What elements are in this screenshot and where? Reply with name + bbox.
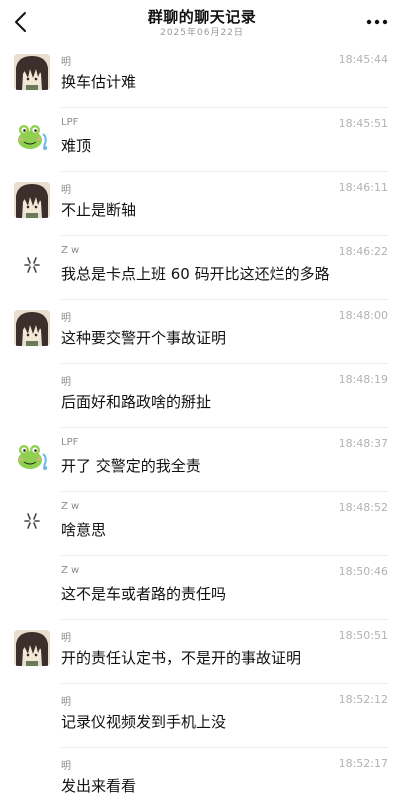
message-text: 难顶 <box>61 137 92 155</box>
message-item[interactable]: 明 18:45:44 换车估计难 <box>0 44 404 108</box>
sender-name: LPF <box>61 117 79 128</box>
sender-name: Z w <box>61 245 80 256</box>
message-text: 开的责任认定书，不是开的事故证明 <box>61 649 302 667</box>
avatar-dark-hair[interactable] <box>14 310 50 346</box>
message-list: 明 18:45:44 换车估计难 LPF 18:45:51 难顶明 18:46:11 不止是断… <box>0 44 404 800</box>
message-text: 不止是断轴 <box>61 201 137 219</box>
message-timestamp: 18:52:12 <box>338 693 388 706</box>
message-item[interactable]: Z w 18:50:46 这不是车或者路的责任吗 <box>0 556 404 620</box>
avatar-dark-hair[interactable] <box>14 630 50 666</box>
message-timestamp: 18:46:11 <box>338 181 388 194</box>
message-text: 这种要交警开个事故证明 <box>61 329 227 347</box>
message-item[interactable]: Z w 18:48:52 啥意思 <box>0 492 404 556</box>
message-item[interactable]: 明 18:50:51 开的责任认定书，不是开的事故证明 <box>0 620 404 684</box>
message-timestamp: 18:48:19 <box>338 373 388 386</box>
message-item[interactable]: 明 18:48:19 后面好和路政啥的掰扯 <box>0 364 404 428</box>
sender-name: LPF <box>61 437 79 448</box>
message-timestamp: 18:45:44 <box>338 53 388 66</box>
avatar-spark[interactable] <box>14 246 50 282</box>
avatar-dark-hair[interactable] <box>14 182 50 218</box>
message-timestamp: 18:48:37 <box>338 437 388 450</box>
message-text: 后面好和路政啥的掰扯 <box>61 393 212 411</box>
message-text: 啥意思 <box>61 521 107 539</box>
message-item[interactable]: 明 18:52:17 发出来看看 <box>0 748 404 800</box>
message-text: 我总是卡点上班 60 码开比这还烂的多路 <box>61 265 330 283</box>
avatar-spark[interactable] <box>14 502 50 538</box>
message-item[interactable]: 明 18:46:11 不止是断轴 <box>0 172 404 236</box>
message-item[interactable]: Z w 18:46:22 我总是卡点上班 60 码开比这还烂的多路 <box>0 236 404 300</box>
message-timestamp: 18:48:52 <box>338 501 388 514</box>
message-timestamp: 18:48:00 <box>338 309 388 322</box>
avatar-dark-hair[interactable] <box>14 54 50 90</box>
message-item[interactable]: 明 18:48:00 这种要交警开个事故证明 <box>0 300 404 364</box>
message-text: 这不是车或者路的责任吗 <box>61 585 227 603</box>
message-item[interactable]: 明 18:52:12 记录仪视频发到手机上没 <box>0 684 404 748</box>
sender-name: 明 <box>61 633 71 644</box>
more-options-icon[interactable] <box>364 12 390 32</box>
avatar-frog[interactable] <box>14 118 50 154</box>
sender-name: 明 <box>61 57 71 68</box>
message-item[interactable]: LPF 18:48:37 开了 交警定的我全责 <box>0 428 404 492</box>
message-text: 发出来看看 <box>61 777 137 795</box>
page-title: 群聊的聊天记录 <box>147 8 257 26</box>
message-text: 记录仪视频发到手机上没 <box>61 713 227 731</box>
message-text: 换车估计难 <box>61 73 137 91</box>
message-timestamp: 18:50:46 <box>338 565 388 578</box>
sender-name: 明 <box>61 697 71 708</box>
message-item[interactable]: LPF 18:45:51 难顶 <box>0 108 404 172</box>
sender-name: Z w <box>61 565 80 576</box>
sender-name: Z w <box>61 501 80 512</box>
sender-name: 明 <box>61 313 71 324</box>
sender-name: 明 <box>61 185 71 196</box>
message-timestamp: 18:50:51 <box>338 629 388 642</box>
nav-header: 群聊的聊天记录 2025年06月22日 <box>0 0 404 44</box>
message-timestamp: 18:46:22 <box>338 245 388 258</box>
page-date: 2025年06月22日 <box>160 28 244 38</box>
sender-name: 明 <box>61 377 71 388</box>
message-text: 开了 交警定的我全责 <box>61 457 201 475</box>
sender-name: 明 <box>61 761 71 772</box>
avatar-frog[interactable] <box>14 438 50 474</box>
message-timestamp: 18:52:17 <box>338 757 388 770</box>
message-timestamp: 18:45:51 <box>338 117 388 130</box>
